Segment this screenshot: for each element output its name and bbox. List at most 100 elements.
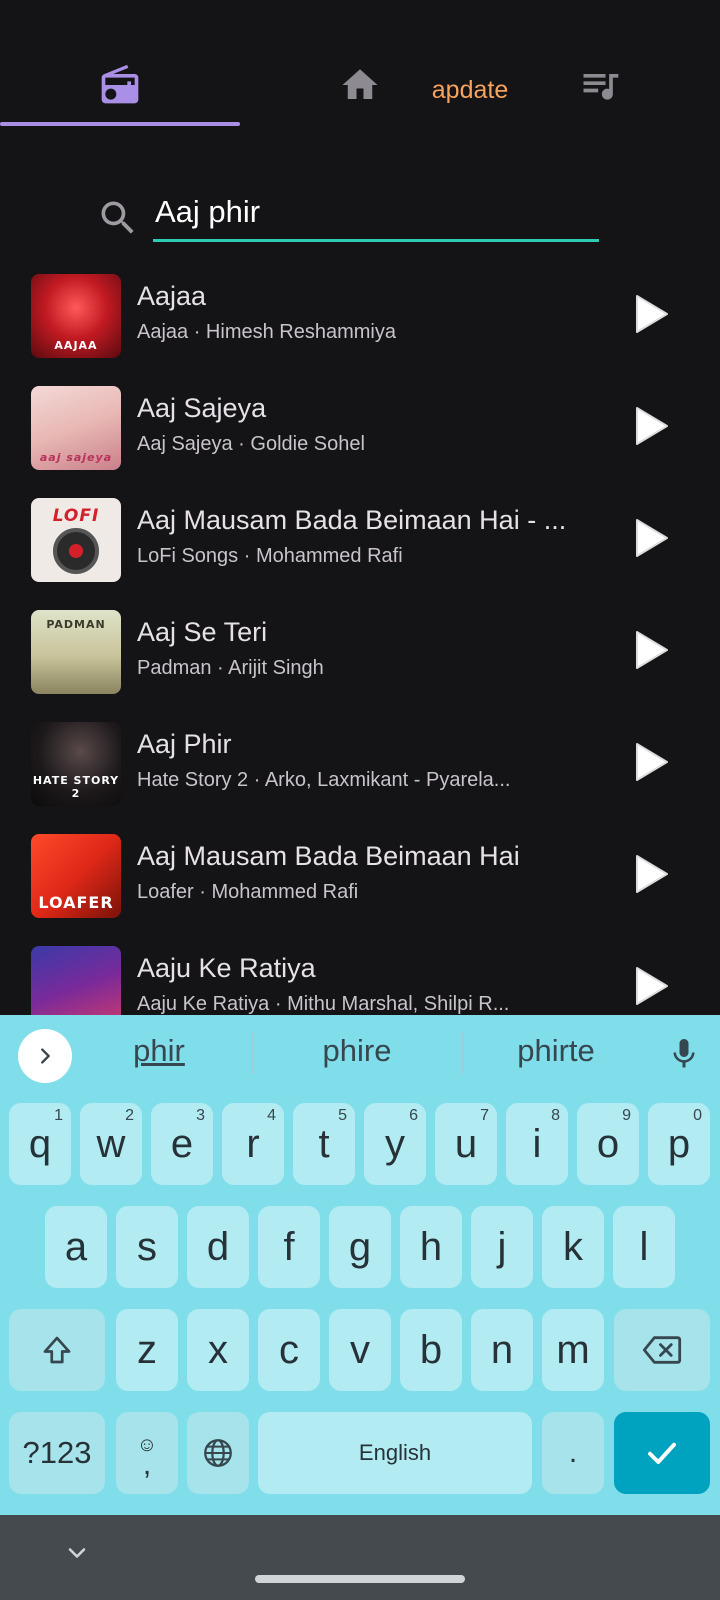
suggestion-2[interactable]: phire [277, 1033, 437, 1069]
key-u[interactable]: u7 [435, 1103, 497, 1185]
key-a[interactable]: a [45, 1206, 107, 1288]
play-button[interactable] [630, 737, 674, 787]
play-icon [636, 743, 668, 781]
tab-home[interactable] [330, 60, 390, 110]
language-key[interactable] [187, 1412, 249, 1494]
play-button[interactable] [630, 849, 674, 899]
song-subtitle: Aaju Ke Ratiya · Mithu Marshal, Shilpi R… [137, 993, 510, 1015]
search-results-list: AAJAA Aajaa Aajaa · Himesh Reshammiya aa… [0, 259, 720, 1015]
song-title: Aaju Ke Ratiya [137, 953, 316, 983]
album-art: LOAFER [31, 834, 121, 918]
key-o[interactable]: o9 [577, 1103, 639, 1185]
key-m[interactable]: m [542, 1309, 604, 1391]
list-item[interactable]: LOFI Aaj Mausam Bada Beimaan Hai - ... L… [0, 483, 720, 595]
key-n[interactable]: n [471, 1309, 533, 1391]
tab-queue[interactable] [570, 60, 630, 110]
album-art [31, 946, 121, 1015]
key-w[interactable]: w2 [80, 1103, 142, 1185]
enter-key[interactable] [614, 1412, 710, 1494]
home-icon [342, 69, 378, 99]
song-subtitle: LoFi Songs · Mohammed Rafi [137, 545, 403, 567]
list-item[interactable]: aaj sajeya Aaj Sajeya Aaj Sajeya · Goldi… [0, 371, 720, 483]
tab-indicator [0, 122, 240, 126]
key-y[interactable]: y6 [364, 1103, 426, 1185]
soft-keyboard: phir phire phirte q1 w2 e3 r4 t5 y6 u7 i… [0, 1015, 720, 1515]
key-l[interactable]: l [613, 1206, 675, 1288]
backspace-key[interactable] [614, 1309, 710, 1391]
key-q[interactable]: q1 [9, 1103, 71, 1185]
chevron-right-icon [41, 1048, 50, 1064]
hide-keyboard-chevron-icon[interactable] [63, 1539, 91, 1567]
globe-icon [204, 1439, 232, 1467]
backspace-icon [642, 1336, 682, 1364]
top-navigation: apdate [0, 0, 720, 130]
key-x[interactable]: x [187, 1309, 249, 1391]
list-item[interactable]: LOAFER Aaj Mausam Bada Beimaan Hai Loafe… [0, 819, 720, 931]
list-item[interactable]: AAJAA Aajaa Aajaa · Himesh Reshammiya [0, 259, 720, 371]
suggestion-3[interactable]: phirte [476, 1033, 636, 1069]
song-subtitle: Aaj Sajeya · Goldie Sohel [137, 433, 365, 455]
album-art: HATE STORY 2 [31, 722, 121, 806]
key-r[interactable]: r4 [222, 1103, 284, 1185]
search-icon [101, 201, 134, 234]
suggestion-1[interactable]: phir [79, 1033, 239, 1069]
play-button[interactable] [630, 289, 674, 339]
shift-key[interactable] [9, 1309, 105, 1391]
album-art: aaj sajeya [31, 386, 121, 470]
home-gesture-handle[interactable] [255, 1575, 465, 1583]
play-button[interactable] [630, 625, 674, 675]
microphone-icon[interactable] [666, 1033, 702, 1075]
key-z[interactable]: z [116, 1309, 178, 1391]
song-title: Aaj Phir [137, 729, 232, 759]
suggestion-bar: phir phire phirte [0, 1015, 720, 1089]
play-icon [636, 407, 668, 445]
list-item[interactable]: HATE STORY 2 Aaj Phir Hate Story 2 · Ark… [0, 707, 720, 819]
song-subtitle: Padman · Arijit Singh [137, 657, 324, 679]
play-icon [636, 855, 668, 893]
album-art: PADMAN [31, 610, 121, 694]
album-art: LOFI [31, 498, 121, 582]
key-k[interactable]: k [542, 1206, 604, 1288]
comma-key[interactable]: ☺ , [116, 1412, 178, 1494]
shift-icon [43, 1336, 71, 1364]
tab-radio[interactable] [0, 40, 240, 130]
expand-toolbar-button[interactable] [18, 1029, 72, 1083]
key-t[interactable]: t5 [293, 1103, 355, 1185]
key-s[interactable]: s [116, 1206, 178, 1288]
play-icon [636, 631, 668, 669]
queue-music-icon [583, 74, 619, 100]
key-c[interactable]: c [258, 1309, 320, 1391]
update-link[interactable]: apdate [415, 70, 525, 110]
key-h[interactable]: h [400, 1206, 462, 1288]
key-b[interactable]: b [400, 1309, 462, 1391]
spacebar[interactable]: English [258, 1412, 532, 1494]
play-button[interactable] [630, 961, 674, 1011]
radio-icon [101, 64, 139, 104]
key-j[interactable]: j [471, 1206, 533, 1288]
song-subtitle: Aajaa · Himesh Reshammiya [137, 321, 396, 343]
search-input[interactable] [153, 190, 599, 242]
key-i[interactable]: i8 [506, 1103, 568, 1185]
key-g[interactable]: g [329, 1206, 391, 1288]
song-title: Aaj Sajeya [137, 393, 267, 423]
play-button[interactable] [630, 401, 674, 451]
song-subtitle: Loafer · Mohammed Rafi [137, 881, 359, 903]
key-d[interactable]: d [187, 1206, 249, 1288]
key-v[interactable]: v [329, 1309, 391, 1391]
key-e[interactable]: e3 [151, 1103, 213, 1185]
album-art: AAJAA [31, 274, 121, 358]
symbols-key[interactable]: ?123 [9, 1412, 105, 1494]
play-icon [636, 295, 668, 333]
key-f[interactable]: f [258, 1206, 320, 1288]
list-item[interactable]: PADMAN Aaj Se Teri Padman · Arijit Singh [0, 595, 720, 707]
key-p[interactable]: p0 [648, 1103, 710, 1185]
song-title: Aaj Mausam Bada Beimaan Hai [137, 841, 520, 871]
song-title: Aaj Mausam Bada Beimaan Hai - ... [137, 505, 567, 535]
song-title: Aajaa [137, 281, 207, 311]
play-button[interactable] [630, 513, 674, 563]
suggestion-divider [462, 1032, 464, 1074]
period-key[interactable]: . [542, 1412, 604, 1494]
list-item[interactable]: Aaju Ke Ratiya Aaju Ke Ratiya · Mithu Ma… [0, 931, 720, 1015]
song-title: Aaj Se Teri [137, 617, 268, 647]
play-icon [636, 967, 668, 1005]
